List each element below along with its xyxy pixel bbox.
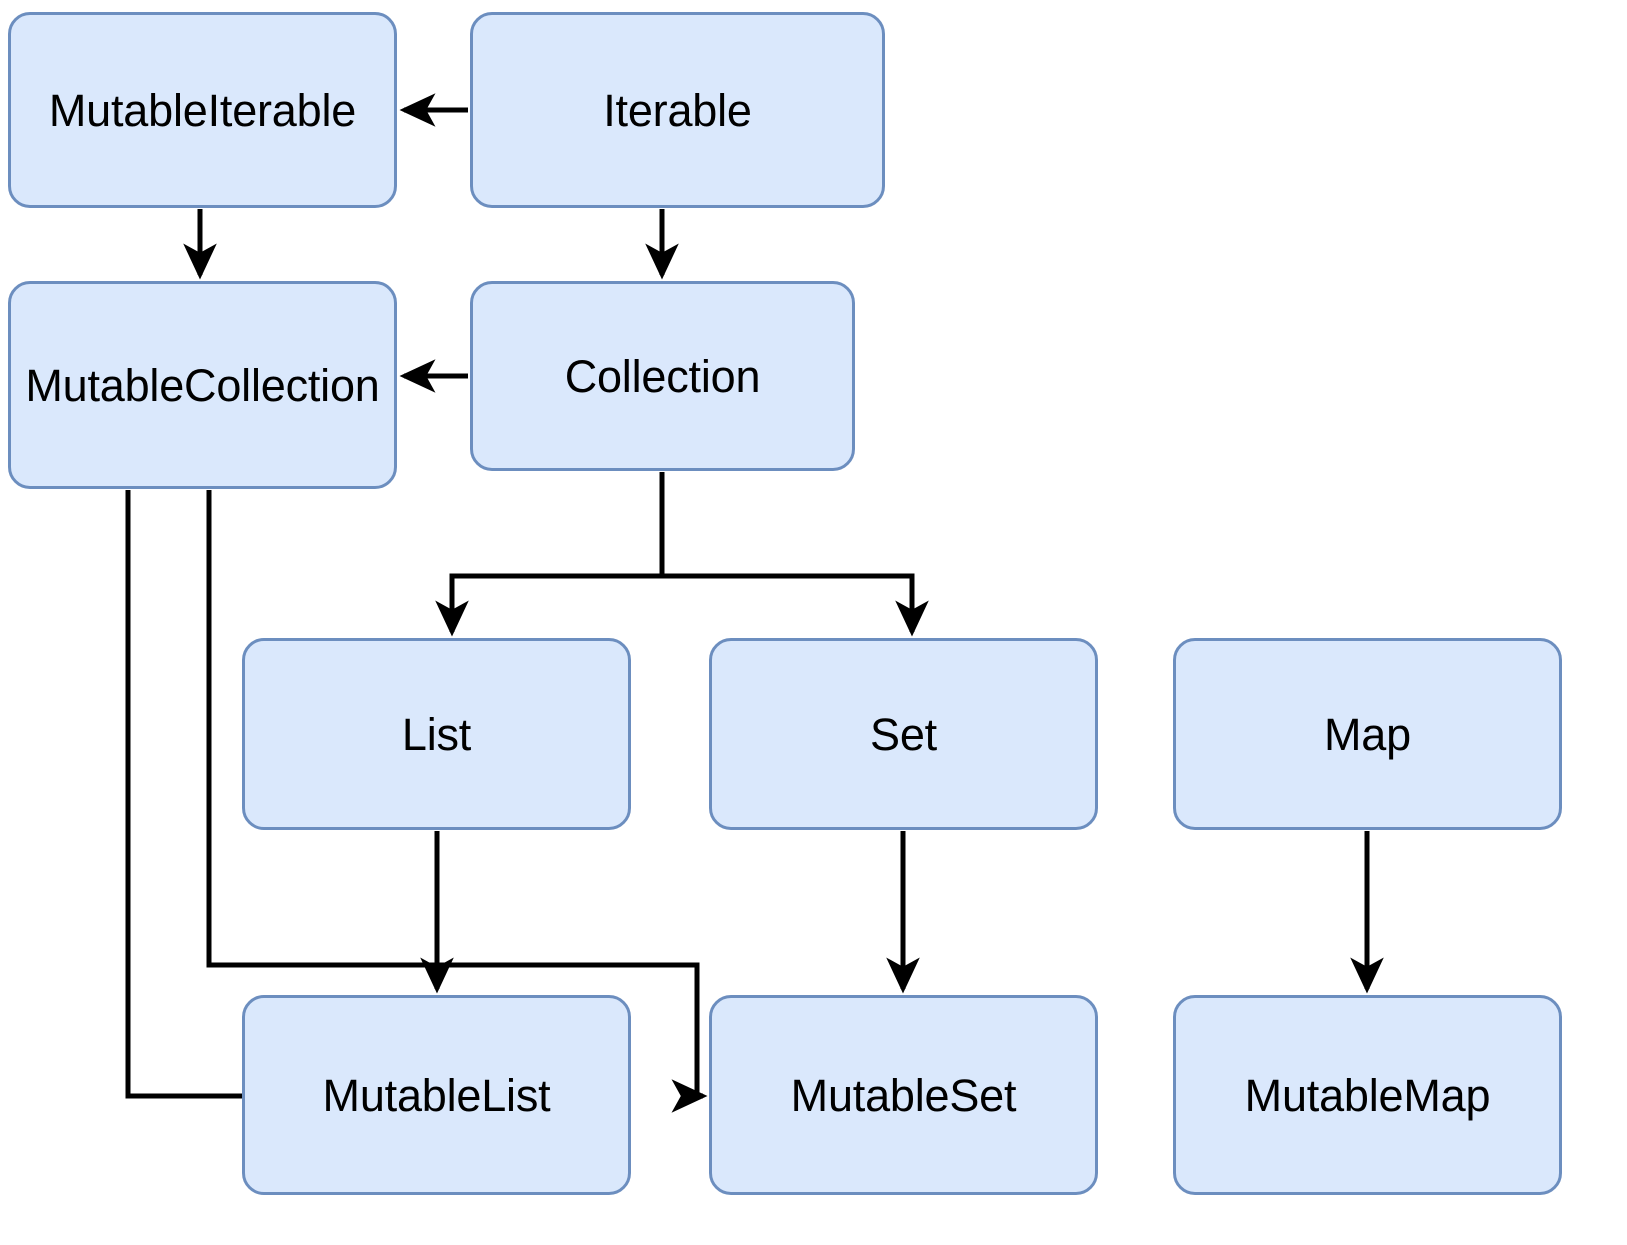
node-label-iterable: Iterable bbox=[603, 84, 752, 136]
node-mutable-list[interactable]: MutableList bbox=[242, 995, 631, 1195]
node-mutable-set[interactable]: MutableSet bbox=[709, 995, 1098, 1195]
node-mutable-iterable[interactable]: MutableIterable bbox=[8, 12, 397, 208]
edge-collection-to-list bbox=[435, 472, 665, 637]
node-mutable-map[interactable]: MutableMap bbox=[1173, 995, 1562, 1195]
node-label-map: Map bbox=[1324, 708, 1411, 760]
node-collection[interactable]: Collection bbox=[470, 281, 855, 471]
node-label-mutable-collection: MutableCollection bbox=[25, 359, 380, 411]
node-list[interactable]: List bbox=[242, 638, 631, 830]
node-label-list: List bbox=[401, 708, 472, 760]
node-iterable[interactable]: Iterable bbox=[470, 12, 885, 208]
node-label-mutable-map: MutableMap bbox=[1244, 1069, 1491, 1121]
node-set[interactable]: Set bbox=[709, 638, 1098, 830]
edge-collection-to-set bbox=[662, 573, 929, 637]
node-map[interactable]: Map bbox=[1173, 638, 1562, 830]
node-label-mutable-list: MutableList bbox=[322, 1069, 551, 1121]
node-label-collection: Collection bbox=[564, 350, 761, 402]
node-label-mutable-iterable: MutableIterable bbox=[48, 84, 357, 136]
node-label-mutable-set: MutableSet bbox=[790, 1069, 1017, 1121]
node-mutable-collection[interactable]: MutableCollection bbox=[8, 281, 397, 489]
diagram-canvas: MutableIterable Iterable MutableCollecti… bbox=[0, 0, 1627, 1245]
edge-mutable-collection-to-mutable-list bbox=[125, 490, 242, 1099]
node-label-set: Set bbox=[870, 708, 937, 760]
